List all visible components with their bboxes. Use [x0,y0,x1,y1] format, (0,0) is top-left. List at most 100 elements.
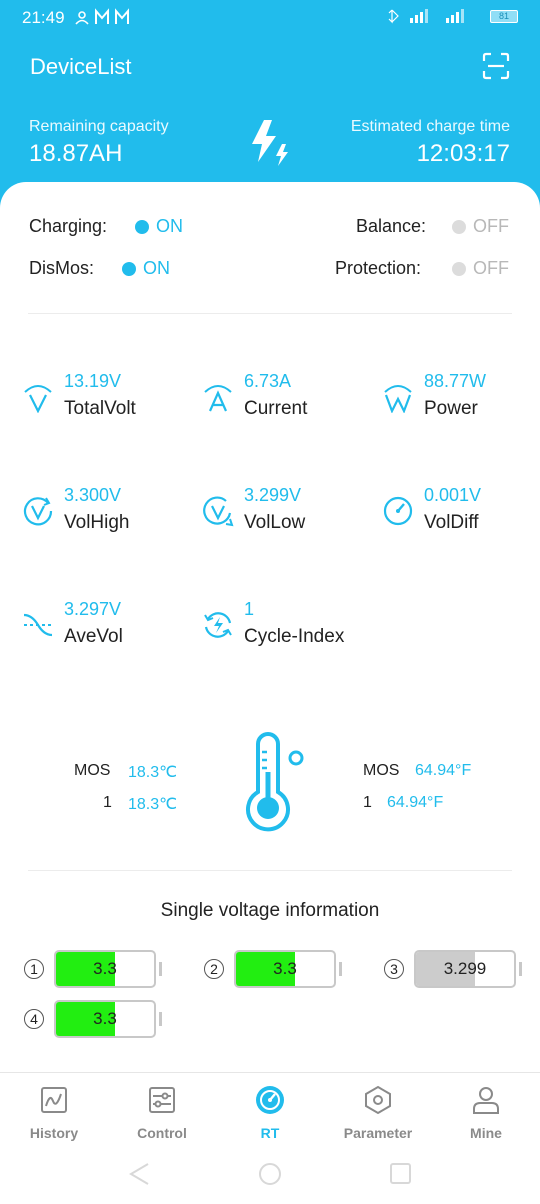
nav-item-control[interactable]: Control [108,1085,216,1141]
nav-label-history: History [29,1125,79,1141]
cell-number: 2 [204,959,224,979]
user-icon [473,1087,499,1114]
bottom-nav: History Control RT Parameter Mine [0,1072,540,1152]
mail-icon [75,8,129,25]
current-value: 6.73A [244,371,292,391]
charging-bolt-icon [252,120,288,166]
cell-item-3: 3 3.299 [384,949,522,989]
vol-high-value: 3.300V [64,485,122,505]
protection-state: Protection: OFF [335,258,509,279]
cycle-index-value: 1 [244,599,255,619]
cell-tip [519,962,522,976]
scan-icon[interactable] [482,52,510,80]
cell-number: 3 [384,959,404,979]
cell-tip [159,962,162,976]
vol-low-label: VolLow [244,512,306,533]
voltage-low-icon [203,496,234,527]
protection-dot-icon [452,261,466,276]
charging-value: ON [156,216,183,236]
cell-item-1: 1 3.3 [24,949,162,989]
estimated-charge-time-label: Estimated charge time [350,118,510,135]
home-icon[interactable] [259,1163,281,1185]
total-volt-value: 13.19V [64,371,122,391]
cell-item-4: 4 3.3 [24,999,162,1039]
temp-c-value-1: 18.3℃ [128,796,178,813]
divider [28,313,512,314]
cell-voltage: 3.299 [443,959,487,978]
cell-tip [159,1012,162,1026]
dismos-label: DisMos: [29,258,95,278]
cell-number: 4 [24,1009,44,1029]
parameter-hexagon-icon [365,1085,391,1115]
metric-vol-diff: 0.001V VolDiff [382,485,540,545]
balance-state: Balance: OFF [356,216,509,237]
protection-label: Protection: [335,258,422,278]
power-value: 88.77W [424,371,487,391]
gauge-icon [383,496,413,526]
cell-battery-icon: 3.3 [54,1000,156,1038]
status-right: 81 [388,8,518,24]
cell-tip [339,962,342,976]
estimated-charge-time-value: 12:03:17 [416,140,510,167]
remaining-capacity-value: 18.87AH [29,140,123,167]
temp-c-label-1: 1 [103,794,112,811]
cell-voltage: 3.3 [93,959,117,978]
balance-dot-icon [452,219,466,234]
charging-state: Charging: ON [29,216,183,237]
protection-value: OFF [473,258,509,278]
temp-f-label-1: 1 [363,794,372,811]
nav-label-parameter: Parameter [343,1125,413,1141]
dismos-value: ON [143,258,170,278]
vol-diff-value: 0.001V [424,485,482,505]
back-icon[interactable] [129,1163,149,1185]
system-nav-bar [129,1163,411,1185]
cell-battery-icon: 3.3 [54,950,156,988]
status-time: 21:49 [22,8,65,27]
nav-item-history[interactable]: History [0,1085,108,1141]
temp-c-value-mos: 18.3℃ [128,764,178,781]
notification-icons [74,8,136,30]
current-label: Current [244,398,308,419]
signal-icon [388,9,464,24]
power-icon [384,385,412,413]
control-sliders-icon [149,1087,175,1113]
power-label: Power [424,398,478,419]
cell-voltage: 3.3 [273,959,297,978]
nav-item-mine[interactable]: Mine [432,1085,540,1141]
status-bar: 21:49 81 [0,0,540,36]
dismos-dot-icon [122,261,136,276]
vol-low-value: 3.299V [244,485,302,505]
nav-label-mine: Mine [470,1125,502,1141]
nav-label-rt: RT [260,1125,280,1141]
page-title[interactable]: DeviceList [30,54,131,80]
total-volt-label: TotalVolt [64,398,136,419]
history-chart-icon [41,1087,67,1113]
balance-label: Balance: [356,216,427,236]
cycle-icon [204,612,232,638]
metric-cycle-index: 1 Cycle-Index [202,599,372,659]
metric-current: 6.73A Current [202,371,372,431]
nav-label-control: Control [137,1125,187,1141]
rt-gauge-icon [256,1086,284,1114]
ave-vol-label: AveVol [64,626,123,647]
average-wave-icon [23,613,53,637]
ave-vol-value: 3.297V [64,599,122,619]
single-voltage-title: Single voltage information [160,900,380,921]
temp-f-label-mos: MOS [363,762,400,779]
recents-icon[interactable] [390,1163,411,1184]
nav-item-rt[interactable]: RT [216,1085,324,1141]
cycle-index-label: Cycle-Index [244,626,345,647]
remaining-capacity-label: Remaining capacity [29,118,169,135]
cell-battery-icon: 3.3 [234,950,336,988]
current-icon [204,385,232,412]
nav-item-parameter[interactable]: Parameter [324,1085,432,1141]
cell-number: 1 [24,959,44,979]
metric-vol-low: 3.299V VolLow [202,485,372,545]
voltage-high-icon [23,497,53,526]
cell-voltage: 3.3 [93,1009,117,1028]
cell-item-2: 2 3.3 [204,949,342,989]
metric-ave-vol: 3.297V AveVol [22,599,192,659]
charging-dot-icon [135,219,149,234]
metric-vol-high: 3.300V VolHigh [22,485,192,545]
temp-f-value-mos: 64.94°F [415,762,472,779]
